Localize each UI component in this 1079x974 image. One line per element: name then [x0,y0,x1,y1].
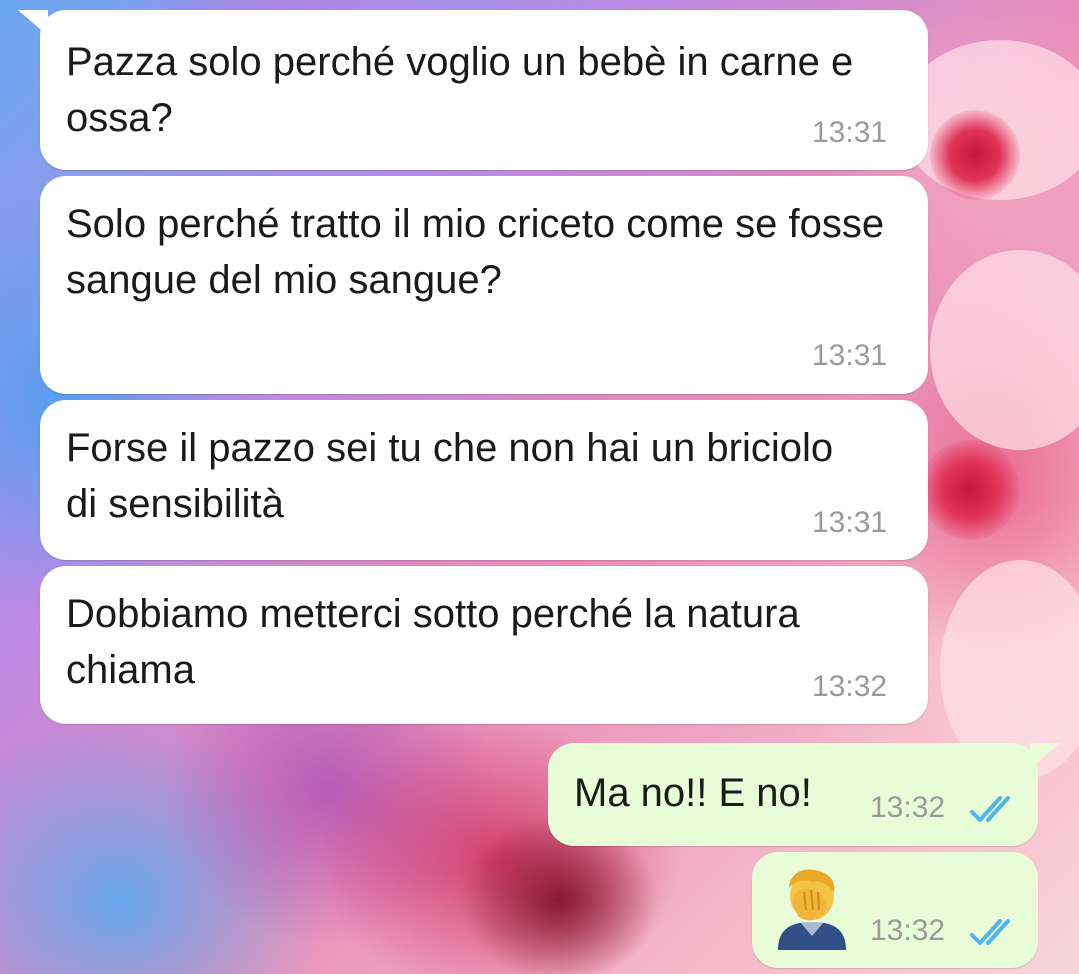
read-double-check-icon [970,919,1010,945]
message-timestamp: 13:32 [870,914,946,947]
incoming-message[interactable]: Pazza solo perché voglio un bebè in carn… [40,10,928,170]
wallpaper-flower-center [930,110,1020,200]
outgoing-message[interactable]: 13:32 [752,852,1038,968]
message-timestamp: 13:31 [812,116,888,149]
incoming-message[interactable]: Dobbiamo metterci sotto perché la natura… [40,566,928,724]
message-timestamp: 13:31 [812,506,888,539]
message-text: Dobbiamo metterci sotto perché la natura… [66,592,800,692]
incoming-message[interactable]: Solo perché tratto il mio criceto come s… [40,176,928,394]
message-text: Solo perché tratto il mio criceto come s… [66,202,885,302]
message-timestamp: 13:31 [812,339,888,372]
message-text: Pazza solo perché voglio un bebè in carn… [66,40,854,140]
wallpaper-petal [930,250,1079,450]
message-timestamp: 13:32 [870,791,946,824]
message-text: Forse il pazzo sei tu che non hai un bri… [66,426,834,526]
message-text: Ma no!! E no! [574,771,812,815]
incoming-message[interactable]: Forse il pazzo sei tu che non hai un bri… [40,400,928,560]
man-facepalming-emoji [778,869,846,950]
message-timestamp: 13:32 [812,670,888,703]
outgoing-message[interactable]: Ma no!! E no! 13:32 [548,743,1038,846]
wallpaper-flower-center [920,440,1020,540]
read-double-check-icon [970,796,1010,822]
